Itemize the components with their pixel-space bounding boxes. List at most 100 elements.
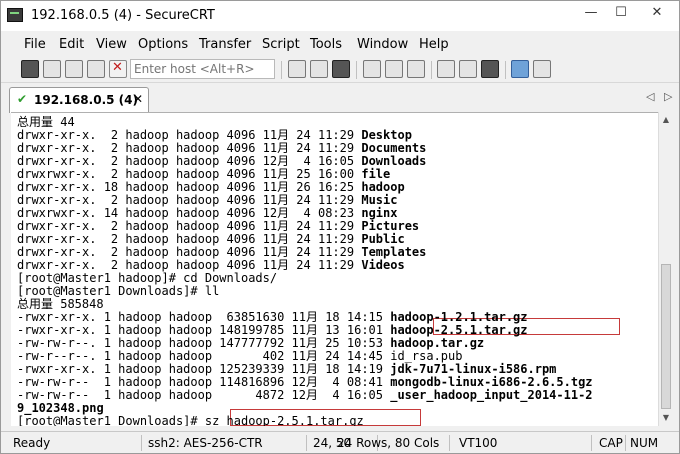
terminal-line-text: -rw-rw-r--. 1 hadoop hadoop 147777792 11…	[17, 336, 391, 350]
terminal-line-filename: Desktop	[361, 128, 412, 142]
menu-view[interactable]: View	[96, 37, 127, 52]
status-protocol: ssh2: AES-256-CTR	[148, 436, 263, 450]
menu-script[interactable]: Script	[262, 37, 300, 52]
terminal-line-filename: hadoop-1.2.1.tar.gz	[390, 310, 528, 324]
terminal-line-text: drwxr-xr-x. 2 hadoop hadoop 4096 11月 24 …	[17, 141, 362, 155]
title-bar[interactable]: 192.168.0.5 (4) - SecureCRT — ☐ ✕	[1, 1, 679, 31]
session-options-icon[interactable]	[437, 60, 455, 78]
menu-help[interactable]: Help	[419, 37, 449, 52]
terminal-line-filename: file	[361, 167, 391, 181]
quick-connect-icon[interactable]	[43, 60, 61, 78]
menu-file[interactable]: File	[24, 37, 46, 52]
print-setup-icon[interactable]	[385, 60, 403, 78]
menu-bar: File Edit View Options Transfer Script T…	[1, 33, 679, 55]
keymap-icon[interactable]	[481, 60, 499, 78]
menu-edit[interactable]: Edit	[59, 37, 84, 52]
securecrt-app-icon	[7, 8, 23, 22]
menu-window[interactable]: Window	[357, 37, 408, 52]
status-divider	[591, 435, 592, 451]
tab-close-icon[interactable]: ✕	[133, 92, 143, 106]
terminal-output[interactable]: 总用量 44 drwxr-xr-x. 2 hadoop hadoop 4096 1…	[11, 112, 658, 426]
status-bar: Ready ssh2: AES-256-CTR 24, 50 24 Rows, …	[1, 431, 679, 453]
paste-icon[interactable]	[310, 60, 328, 78]
terminal-line-filename: _user_hadoop_input_2014-11-2	[390, 388, 593, 402]
tab-scroll-left-icon[interactable]: ◁	[646, 90, 654, 103]
terminal-line-filename: nginx	[361, 206, 398, 220]
global-options-icon[interactable]	[459, 60, 477, 78]
terminal-line-text: drwxr-xr-x. 2 hadoop hadoop 4096 11月 24 …	[17, 258, 362, 272]
print-screen-icon[interactable]	[407, 60, 425, 78]
menu-transfer[interactable]: Transfer	[199, 37, 251, 52]
terminal-line-text: drwxr-xr-x. 2 hadoop hadoop 4096 12月 4 1…	[17, 154, 362, 168]
terminal-line-filename: Documents	[361, 141, 427, 155]
connected-check-icon: ✔	[17, 92, 28, 106]
status-ready: Ready	[13, 436, 51, 450]
scroll-down-icon[interactable]: ▼	[660, 412, 672, 424]
close-window-button[interactable]: ✕	[643, 4, 671, 24]
copy-icon[interactable]	[288, 60, 306, 78]
terminal-line-text: -rw-r--r--. 1 hadoop hadoop 402 11月 24 1…	[17, 349, 463, 363]
terminal-line-filename: hadoop	[361, 180, 405, 194]
toolbar-separator	[356, 61, 357, 79]
print-icon[interactable]	[363, 60, 381, 78]
toolbar-separator	[505, 61, 506, 79]
status-divider	[306, 435, 307, 451]
terminal-line-text: -rwxr-xr-x. 1 hadoop hadoop 63851630 11月…	[17, 310, 391, 324]
connect-tab-icon[interactable]	[65, 60, 83, 78]
info-icon[interactable]	[533, 60, 551, 78]
terminal-line-text: [root@Master1 Downloads]# ll	[17, 284, 220, 298]
terminal-line-text: -rwxr-xr-x. 1 hadoop hadoop 125239339 11…	[17, 362, 391, 376]
tab-scroll-right-icon[interactable]: ▷	[664, 90, 672, 103]
terminal-line-filename: Music	[361, 193, 398, 207]
status-divider	[449, 435, 450, 451]
status-num-lock: NUM	[630, 436, 659, 450]
terminal-line-filename: Downloads	[361, 154, 427, 168]
terminal-line-filename: Pictures	[361, 219, 420, 233]
terminal-line-text: 总用量 585848	[17, 297, 104, 311]
terminal-line-text: -rw-rw-r-- 1 hadoop hadoop 114816896 12月…	[17, 375, 391, 389]
find-icon[interactable]	[332, 60, 350, 78]
reconnect-icon[interactable]	[87, 60, 105, 78]
terminal-line-text: drwxrwxr-x. 14 hadoop hadoop 4096 12月 4 …	[17, 206, 362, 220]
enter-host-input[interactable]	[130, 59, 275, 79]
terminal-line-text: -rwxr-xr-x. 1 hadoop hadoop 148199785 11…	[17, 323, 391, 337]
terminal-line-filename: hadoop-2.5.1.tar.gz	[390, 323, 528, 337]
status-divider	[625, 435, 626, 451]
menu-options[interactable]: Options	[138, 37, 188, 52]
terminal-line-filename: Templates	[361, 245, 427, 259]
status-caps-lock: CAP	[599, 436, 623, 450]
terminal-line-text: drwxr-xr-x. 18 hadoop hadoop 4096 11月 26…	[17, 180, 362, 194]
menu-tools[interactable]: Tools	[310, 37, 342, 52]
terminal-line: [root@Master1 Downloads]# sz hadoop-2.5.…	[17, 414, 364, 427]
maximize-button[interactable]: ☐	[607, 4, 635, 24]
disconnect-icon[interactable]	[109, 60, 127, 78]
minimize-button[interactable]: —	[577, 4, 605, 24]
terminal-line-text: -rw-rw-r-- 1 hadoop hadoop 4872 12月 4 16…	[17, 388, 391, 402]
session-tab-bar: ✔ 192.168.0.5 (4) ✕ ◁ ▷	[1, 84, 679, 113]
terminal-line-filename: Videos	[361, 258, 405, 272]
scroll-up-icon[interactable]: ▲	[660, 114, 672, 126]
help-icon[interactable]	[511, 60, 529, 78]
terminal-line-filename: Public	[361, 232, 405, 246]
terminal-scrollbar[interactable]: ▲ ▼	[658, 112, 672, 426]
terminal-line-text: [root@Master1 Downloads]# sz hadoop-2.5.…	[17, 414, 364, 427]
terminal-line-text: drwxrwxr-x. 2 hadoop hadoop 4096 11月 25 …	[17, 167, 362, 181]
toolbar-separator	[431, 61, 432, 79]
session-tab-label: 192.168.0.5 (4)	[34, 93, 138, 107]
terminal-line-text: drwxr-xr-x. 2 hadoop hadoop 4096 11月 24 …	[17, 128, 362, 142]
toolbar	[1, 57, 679, 83]
terminal-line-text: 总用量 44	[17, 115, 75, 129]
terminal-line-text: drwxr-xr-x. 2 hadoop hadoop 4096 11月 24 …	[17, 219, 362, 233]
status-terminal-type: VT100	[459, 436, 498, 450]
connect-icon[interactable]	[21, 60, 39, 78]
terminal-line-filename: hadoop.tar.gz	[390, 336, 485, 350]
terminal-line-text: [root@Master1 hadoop]# cd Downloads/	[17, 271, 278, 285]
window-title: 192.168.0.5 (4) - SecureCRT	[31, 8, 215, 23]
terminal-line-filename: mongodb-linux-i686-2.6.5.tgz	[390, 375, 593, 389]
toolbar-separator	[281, 61, 282, 79]
terminal-line-text: drwxr-xr-x. 2 hadoop hadoop 4096 11月 24 …	[17, 245, 362, 259]
session-tab[interactable]: ✔ 192.168.0.5 (4) ✕	[9, 87, 149, 113]
terminal-line-filename: 9_102348.png	[17, 401, 104, 415]
terminal-line-text: drwxr-xr-x. 2 hadoop hadoop 4096 11月 24 …	[17, 232, 362, 246]
scrollbar-thumb[interactable]	[661, 264, 671, 409]
